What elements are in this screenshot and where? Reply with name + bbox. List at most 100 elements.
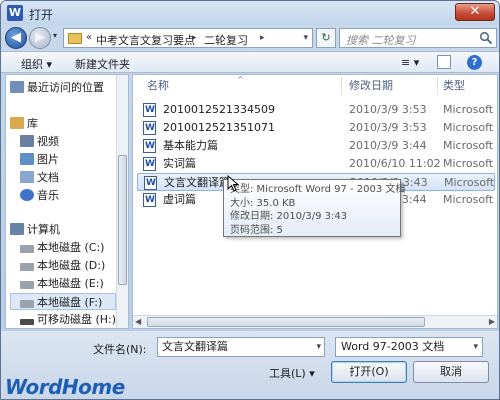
nav-item-recent-places[interactable]: 最近访问的位置 (10, 79, 120, 96)
drive-icon (20, 263, 34, 271)
file-type: Microsoft W (443, 157, 497, 170)
scroll-right-icon[interactable]: ▶ (489, 317, 495, 326)
word-document-icon (144, 174, 157, 192)
column-header-type[interactable]: 类型 (443, 75, 465, 97)
column-divider[interactable] (437, 77, 438, 95)
nav-item-label: 本地磁盘 (C:) (37, 241, 105, 254)
nav-item-drive-e[interactable]: 本地磁盘 (E:) (20, 275, 128, 292)
column-header-name[interactable]: 名称 (147, 75, 169, 97)
drive-icon (20, 245, 34, 253)
breadcrumb-item[interactable]: 二轮复习 (204, 32, 248, 48)
folder-icon (68, 33, 82, 44)
file-info-tooltip: 类型: Microsoft Word 97 - 2003 文档 大小: 35.0… (223, 179, 406, 237)
file-row[interactable]: 2010012521334509 2010/3/9 3:53 Microsoft… (137, 101, 497, 119)
nav-item-libraries[interactable]: 库 (10, 115, 120, 132)
new-folder-button[interactable]: 新建文件夹 (75, 56, 130, 72)
nav-item-label: 本地磁盘 (E:) (37, 277, 104, 290)
nav-item-label: 图片 (37, 153, 59, 166)
search-placeholder: 搜索 二轮复习 (346, 34, 416, 47)
close-button[interactable]: ✕ (455, 3, 495, 21)
chevron-down-icon[interactable]: ▾ (316, 338, 321, 356)
drive-icon (20, 281, 34, 289)
horizontal-scrollbar[interactable]: ◀ ▶ (133, 315, 497, 328)
nav-item-drive-f[interactable]: 本地磁盘 (F:) (10, 293, 116, 310)
file-date: 2010/3/9 3:53 (349, 121, 427, 134)
filename-label: 文件名(N): (93, 343, 147, 356)
library-icon (10, 117, 24, 129)
watermark-logo: WordHome (5, 375, 125, 399)
file-name: 实词篇 (163, 157, 196, 170)
breadcrumb-overflow[interactable]: « (86, 32, 92, 43)
window-title: 打开 (29, 8, 54, 22)
nav-item-label: 音乐 (37, 189, 59, 202)
back-button[interactable]: ◀ (5, 27, 27, 49)
file-type: Microsoft W (443, 103, 497, 116)
breadcrumb-separator[interactable]: ▸ (260, 33, 265, 43)
breadcrumb-separator[interactable]: ▸ (192, 33, 197, 43)
filename-value: 文言文翻译篇 (162, 340, 228, 353)
tooltip-type: 类型: Microsoft Word 97 - 2003 文档 (230, 184, 406, 195)
breadcrumb[interactable]: « 中考文言文复习要点 ▸ 二轮复习 ▸ ▾ (63, 28, 313, 48)
horizontal-scrollbar-thumb[interactable] (147, 317, 425, 327)
tooltip-pages: 页码范围: 5 (230, 224, 283, 236)
address-bar: ◀ ▶ ▾ « 中考文言文复习要点 ▸ 二轮复习 ▸ ▾ ↻ 搜索 二轮复习 (1, 25, 499, 49)
nav-item-label: 文档 (37, 171, 59, 184)
organize-menu[interactable]: 组织 ▾ (21, 56, 52, 72)
breadcrumb-item[interactable]: 中考文言文复习要点 (96, 32, 195, 48)
nav-item-music[interactable]: 音乐 (20, 187, 128, 204)
nav-item-pictures[interactable]: 图片 (20, 151, 128, 168)
nav-item-videos[interactable]: 视频 (20, 133, 128, 150)
file-name: 虚词篇 (163, 193, 196, 206)
file-type-select[interactable]: Word 97-2003 文档 ▾ (335, 337, 483, 357)
nav-item-label: 库 (27, 117, 38, 130)
nav-item-removable-h[interactable]: 可移动磁盘 (H:) (20, 311, 128, 328)
nav-item-label: 本地磁盘 (D:) (37, 259, 106, 272)
file-type: Microsoft W (443, 193, 497, 206)
tooltip-size: 大小: 35.0 KB (230, 197, 296, 209)
open-button[interactable]: 打开(O) (331, 361, 407, 383)
column-divider[interactable] (341, 77, 342, 95)
word-document-icon (143, 101, 156, 119)
nav-item-drive-d[interactable]: 本地磁盘 (D:) (20, 257, 128, 274)
video-icon (20, 135, 34, 147)
chevron-down-icon[interactable]: ▾ (473, 338, 478, 356)
recent-places-icon (10, 81, 24, 93)
word-document-icon (143, 191, 156, 209)
filename-input[interactable]: 文言文翻译篇 ▾ (157, 337, 325, 357)
file-name: 2010012521351071 (163, 121, 275, 134)
file-type: Microsoft W (444, 176, 497, 189)
file-row[interactable]: 实词篇 2010/6/10 11:02 Microsoft W (137, 155, 497, 173)
file-date: 2010/3/9 3:53 (349, 103, 427, 116)
tooltip-date: 修改日期: 2010/3/9 3:43 (230, 211, 348, 222)
address-dropdown[interactable]: ▾ (303, 33, 308, 43)
nav-scrollbar[interactable] (116, 75, 128, 328)
music-icon (20, 189, 34, 201)
nav-scrollbar-thumb[interactable] (118, 155, 127, 285)
help-icon[interactable]: ? (467, 55, 482, 70)
sort-indicator-icon: ^ (237, 75, 244, 84)
search-input[interactable]: 搜索 二轮复习 (339, 28, 497, 48)
forward-button[interactable]: ▶ (29, 27, 51, 49)
open-file-dialog: W 打开 ✕ ◀ ▶ ▾ « 中考文言文复习要点 ▸ 二轮复习 ▸ ▾ ↻ 搜索… (0, 0, 500, 400)
file-row[interactable]: 基本能力篇 2010/3/9 3:44 Microsoft W (137, 137, 497, 155)
preview-pane-icon[interactable] (437, 55, 451, 69)
nav-item-documents[interactable]: 文档 (20, 169, 128, 186)
scroll-left-icon[interactable]: ◀ (135, 317, 141, 326)
file-type: Microsoft W (443, 121, 497, 134)
file-name: 基本能力篇 (163, 139, 218, 152)
nav-item-drive-c[interactable]: 本地磁盘 (C:) (20, 239, 128, 256)
tools-menu[interactable]: 工具(L) ▾ (269, 365, 315, 381)
nav-item-label: 本地磁盘 (F:) (37, 296, 103, 309)
change-view-button[interactable]: ≡ ▾ (401, 56, 419, 69)
column-header-date[interactable]: 修改日期 (349, 75, 393, 97)
command-bar: 组织 ▾ 新建文件夹 ≡ ▾ ? (1, 51, 499, 73)
file-row[interactable]: 2010012521351071 2010/3/9 3:53 Microsoft… (137, 119, 497, 137)
search-icon[interactable] (479, 31, 493, 45)
pictures-icon (20, 153, 34, 165)
cancel-button[interactable]: 取消 (413, 361, 489, 383)
word-document-icon (143, 155, 156, 173)
refresh-button[interactable]: ↻ (316, 28, 336, 48)
word-document-icon (143, 137, 156, 155)
nav-item-computer[interactable]: 计算机 (10, 221, 120, 238)
recent-locations-dropdown[interactable]: ▾ (53, 31, 61, 40)
